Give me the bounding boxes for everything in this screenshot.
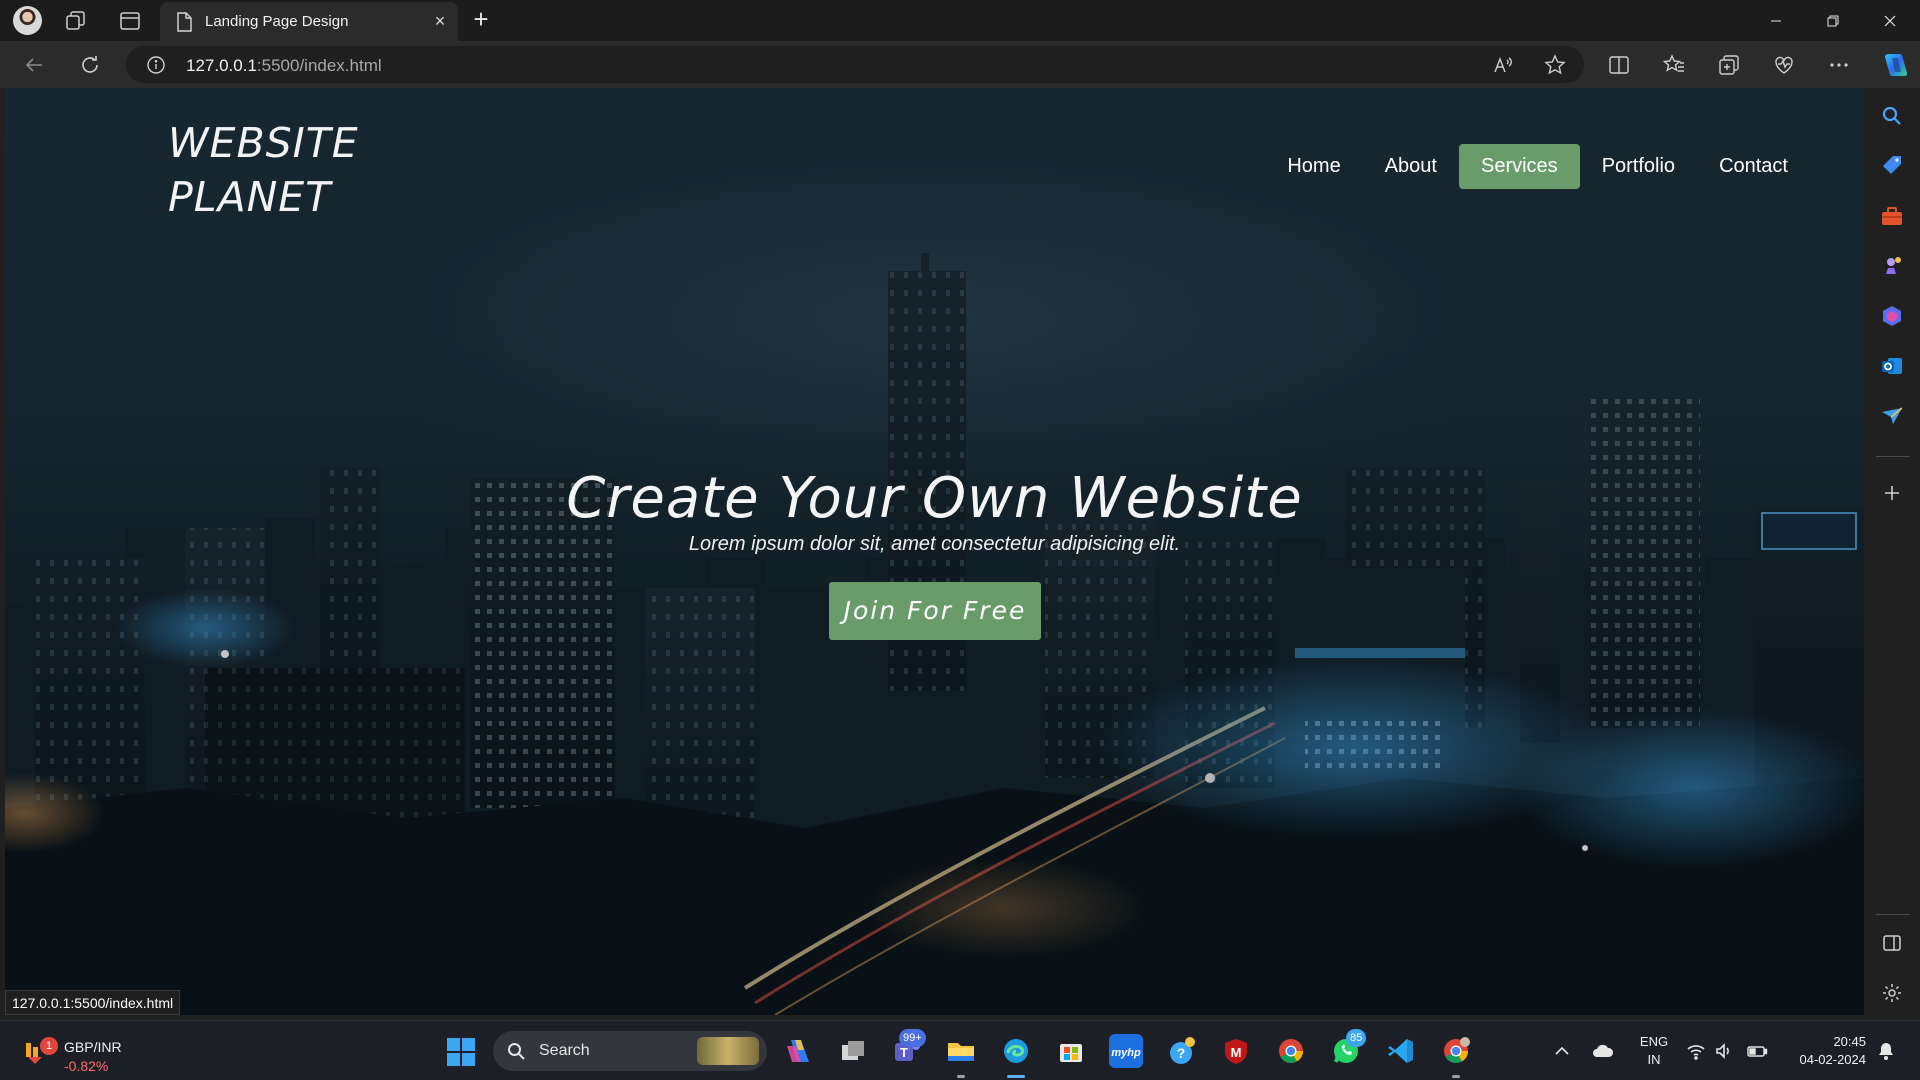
close-window-button[interactable]: [1862, 0, 1918, 41]
microsoft-365-icon[interactable]: [1880, 304, 1904, 328]
nav-services[interactable]: Services: [1458, 144, 1580, 189]
add-icon[interactable]: [1880, 481, 1904, 505]
system-clock[interactable]: 20:45 04-02-2024: [1782, 1033, 1867, 1069]
copilot-icon[interactable]: [1880, 49, 1912, 81]
teams-badge: 99+: [899, 1029, 926, 1047]
svg-text:M: M: [1231, 1045, 1242, 1060]
logo-line-1: WEBSITE: [168, 119, 359, 167]
running-indicator: [957, 1075, 965, 1078]
taskbar-search[interactable]: Search: [493, 1031, 767, 1071]
read-aloud-icon[interactable]: [1492, 54, 1514, 76]
games-icon[interactable]: [1880, 254, 1904, 278]
copilot-preview-icon[interactable]: [781, 1034, 815, 1068]
file-explorer-icon[interactable]: [944, 1034, 978, 1068]
workspaces-icon[interactable]: [64, 9, 88, 33]
restore-button[interactable]: [1805, 0, 1861, 41]
back-icon[interactable]: [20, 51, 48, 79]
join-for-free-button[interactable]: Join For Free: [829, 582, 1041, 640]
settings-gear-icon[interactable]: [1880, 981, 1904, 1005]
search-icon[interactable]: [1880, 104, 1904, 128]
minimize-button[interactable]: [1748, 0, 1804, 41]
input-language[interactable]: ENG IN: [1636, 1033, 1672, 1069]
svg-text:myhp: myhp: [1111, 1047, 1141, 1059]
nav-portfolio[interactable]: Portfolio: [1580, 144, 1697, 189]
browser-toolbar: 127.0.0.1:5500/index.html: [0, 41, 1920, 88]
chrome-profile-icon[interactable]: [1439, 1034, 1473, 1068]
site-logo[interactable]: WEBSITE PLANET: [168, 116, 359, 224]
windows-start-icon[interactable]: [447, 1038, 475, 1066]
favorite-star-icon[interactable]: [1544, 54, 1566, 76]
page-viewport: WEBSITE PLANET Home About Services Portf…: [5, 88, 1864, 1015]
stock-ticker-widget[interactable]: 1 GBP/INR -0.82%: [20, 1029, 160, 1074]
volume-icon[interactable]: [1714, 1041, 1734, 1061]
chrome-icon[interactable]: [1274, 1034, 1308, 1068]
running-indicator-active: [1007, 1075, 1025, 1078]
mcafee-icon[interactable]: M: [1219, 1034, 1253, 1068]
status-bar-url: 127.0.0.1:5500/index.html: [5, 990, 181, 1015]
task-view-icon[interactable]: [836, 1034, 870, 1068]
collections-icon[interactable]: [1717, 53, 1741, 77]
url-text[interactable]: 127.0.0.1:5500/index.html: [186, 56, 382, 76]
browser-tab[interactable]: Landing Page Design ×: [160, 2, 458, 41]
browser-essentials-icon[interactable]: [1772, 53, 1796, 77]
chevron-up-icon[interactable]: [1552, 1041, 1572, 1061]
main-nav: Home About Services Portfolio Contact: [1265, 144, 1810, 189]
site-info-icon[interactable]: [146, 55, 166, 75]
whatsapp-badge: 85: [1346, 1029, 1367, 1047]
hp-support-icon[interactable]: ?: [1164, 1034, 1198, 1068]
microsoft-store-icon[interactable]: [1054, 1034, 1088, 1068]
search-highlight-image: [697, 1037, 759, 1065]
close-tab-icon[interactable]: ×: [430, 11, 450, 31]
notification-badge: 1: [40, 1037, 58, 1055]
edge-sidebar: [1864, 88, 1920, 1018]
vertical-tabs-icon[interactable]: [118, 9, 142, 33]
address-bar[interactable]: 127.0.0.1:5500/index.html: [126, 46, 1584, 83]
more-options-icon[interactable]: [1827, 53, 1851, 77]
windows-taskbar: 1 GBP/INR -0.82% Search T 99+ myhp ? M 8…: [0, 1020, 1920, 1080]
sidebar-divider-bottom: [1876, 914, 1910, 915]
svg-text:T: T: [900, 1045, 908, 1060]
running-indicator: [1452, 1075, 1460, 1078]
page-icon: [175, 12, 193, 32]
nav-home[interactable]: Home: [1265, 144, 1362, 189]
shopping-tag-icon[interactable]: [1880, 154, 1904, 178]
new-tab-button[interactable]: +: [468, 6, 494, 33]
hide-sidebar-icon[interactable]: [1880, 931, 1904, 955]
myhp-icon[interactable]: myhp: [1109, 1034, 1143, 1068]
hero-subtitle: Lorem ipsum dolor sit, amet consectetur …: [688, 533, 1181, 555]
edge-browser-icon[interactable]: [999, 1034, 1033, 1068]
title-bar: Landing Page Design × +: [0, 0, 1920, 41]
ticker-change: -0.82%: [64, 1058, 109, 1074]
refresh-icon[interactable]: [76, 51, 104, 79]
split-screen-icon[interactable]: [1607, 53, 1631, 77]
hero-title: Create Your Own Website: [566, 466, 1303, 531]
battery-icon[interactable]: [1746, 1041, 1768, 1061]
notification-bell-icon[interactable]: [1876, 1041, 1896, 1061]
profile-avatar[interactable]: [13, 6, 42, 35]
tools-icon[interactable]: [1880, 204, 1904, 228]
nav-about[interactable]: About: [1363, 144, 1459, 189]
tab-title: Landing Page Design: [205, 13, 349, 30]
vscode-icon[interactable]: [1384, 1034, 1418, 1068]
onedrive-cloud-icon[interactable]: [1592, 1041, 1614, 1061]
drop-icon[interactable]: [1880, 404, 1904, 428]
ticker-symbol: GBP/INR: [64, 1039, 122, 1055]
nav-contact[interactable]: Contact: [1697, 144, 1810, 189]
wifi-icon[interactable]: [1686, 1041, 1706, 1061]
outlook-icon[interactable]: [1880, 354, 1904, 378]
search-icon: [508, 1043, 525, 1060]
search-label: Search: [539, 1042, 590, 1059]
logo-line-2: PLANET: [168, 173, 332, 221]
favorites-icon[interactable]: [1662, 53, 1686, 77]
sidebar-divider: [1876, 456, 1910, 457]
svg-text:?: ?: [1177, 1045, 1186, 1061]
